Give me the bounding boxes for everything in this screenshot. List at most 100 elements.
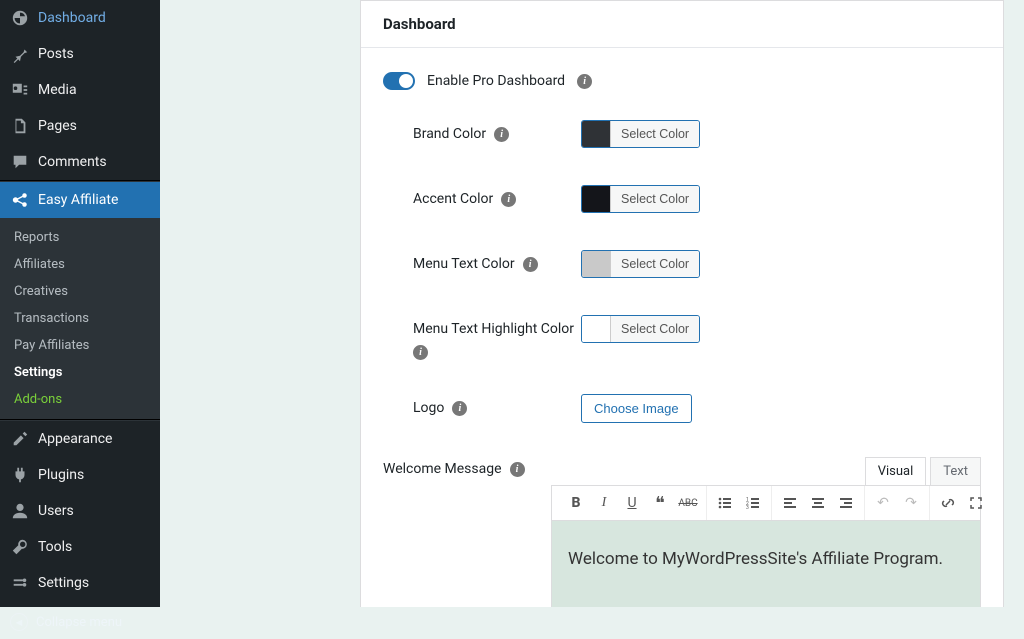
editor-toolbar: B I U ❝ ABC 123 xyxy=(551,485,981,521)
welcome-message-label: Welcome Message xyxy=(383,461,502,477)
align-center-button[interactable] xyxy=(804,489,832,517)
sidebar-item-label: Dashboard xyxy=(38,10,106,26)
sidebar-item-label: Posts xyxy=(38,46,74,62)
logo-row: Logo i Choose Image xyxy=(413,394,981,423)
page-icon xyxy=(10,116,30,136)
bulleted-list-button[interactable] xyxy=(711,489,739,517)
editor-tabs: Visual Text xyxy=(551,457,981,485)
bold-button[interactable]: B xyxy=(562,489,590,517)
color-swatch xyxy=(582,121,610,147)
pin-icon xyxy=(10,44,30,64)
select-color-button[interactable]: Select Color xyxy=(610,251,699,277)
color-swatch xyxy=(582,316,610,342)
sidebar-item-plugins[interactable]: Plugins xyxy=(0,457,160,493)
tab-text[interactable]: Text xyxy=(930,457,981,485)
dashboard-icon xyxy=(10,8,30,28)
sidebar-item-comments[interactable]: Comments xyxy=(0,144,160,180)
tools-icon xyxy=(10,537,30,557)
strikethrough-button[interactable]: ABC xyxy=(674,489,702,517)
fullscreen-button[interactable] xyxy=(962,489,990,517)
sidebar-item-users[interactable]: Users xyxy=(0,493,160,529)
menu-text-color-label: Menu Text Color xyxy=(413,256,515,272)
settings-icon xyxy=(10,573,30,593)
info-icon[interactable]: i xyxy=(510,462,525,477)
media-icon xyxy=(10,80,30,100)
info-icon[interactable]: i xyxy=(501,192,516,207)
align-left-button[interactable] xyxy=(776,489,804,517)
select-color-button[interactable]: Select Color xyxy=(610,186,699,212)
menu-text-color-row: Menu Text Color i Select Color xyxy=(413,250,981,281)
redo-button[interactable]: ↷ xyxy=(897,489,925,517)
sidebar-item-label: Pages xyxy=(38,118,77,134)
info-icon[interactable]: i xyxy=(452,401,467,416)
submenu-item-addons[interactable]: Add-ons xyxy=(0,386,160,413)
align-right-button[interactable] xyxy=(832,489,860,517)
brand-color-label: Brand Color xyxy=(413,126,486,142)
collapse-label: Collapse menu xyxy=(36,615,122,630)
toggle-knob xyxy=(399,74,413,88)
sidebar-item-pages[interactable]: Pages xyxy=(0,108,160,144)
logo-label: Logo xyxy=(413,400,444,416)
menu-text-highlight-color-picker[interactable]: Select Color xyxy=(581,315,700,343)
sidebar-item-label: Easy Affiliate xyxy=(38,192,118,208)
submenu-item-reports[interactable]: Reports xyxy=(0,224,160,251)
info-icon[interactable]: i xyxy=(413,345,428,360)
select-color-button[interactable]: Select Color xyxy=(610,121,699,147)
info-icon[interactable]: i xyxy=(523,257,538,272)
menu-text-color-picker[interactable]: Select Color xyxy=(581,250,700,278)
submenu-item-settings[interactable]: Settings xyxy=(0,359,160,386)
sidebar-item-label: Users xyxy=(38,503,74,519)
sidebar-submenu: Reports Affiliates Creatives Transaction… xyxy=(0,218,160,419)
color-swatch xyxy=(582,251,610,277)
submenu-item-creatives[interactable]: Creatives xyxy=(0,278,160,305)
quote-button[interactable]: ❝ xyxy=(646,489,674,517)
dashboard-panel: Dashboard Enable Pro Dashboard i Brand C… xyxy=(360,0,1004,607)
brand-color-picker[interactable]: Select Color xyxy=(581,120,700,148)
numbered-list-button[interactable]: 123 xyxy=(739,489,767,517)
editor-content[interactable]: Welcome to MyWordPressSite's Affiliate P… xyxy=(551,521,981,607)
submenu-item-affiliates[interactable]: Affiliates xyxy=(0,251,160,278)
admin-sidebar: Dashboard Posts Media Pages Comments Eas… xyxy=(0,0,160,607)
sidebar-item-settings[interactable]: Settings xyxy=(0,565,160,601)
welcome-message-row: Welcome Message i Visual Text B I U ❝ xyxy=(383,457,981,607)
accent-color-label: Accent Color xyxy=(413,191,493,207)
collapse-menu[interactable]: ◄ Collapse menu xyxy=(0,605,160,639)
sidebar-item-posts[interactable]: Posts xyxy=(0,36,160,72)
sidebar-item-media[interactable]: Media xyxy=(0,72,160,108)
menu-text-highlight-color-label: Menu Text Highlight Color xyxy=(413,321,574,337)
sidebar-item-label: Appearance xyxy=(38,431,112,447)
italic-button[interactable]: I xyxy=(590,489,618,517)
sidebar-item-dashboard[interactable]: Dashboard xyxy=(0,0,160,36)
user-icon xyxy=(10,501,30,521)
plugin-icon xyxy=(10,465,30,485)
sidebar-item-tools[interactable]: Tools xyxy=(0,529,160,565)
tab-visual[interactable]: Visual xyxy=(865,457,927,485)
panel-title: Dashboard xyxy=(361,1,1003,48)
sidebar-item-label: Comments xyxy=(38,154,107,170)
sidebar-item-easy-affiliate[interactable]: Easy Affiliate xyxy=(0,182,160,218)
info-icon[interactable]: i xyxy=(577,74,592,89)
enable-pro-dashboard-label: Enable Pro Dashboard xyxy=(427,73,565,89)
underline-button[interactable]: U xyxy=(618,489,646,517)
sidebar-item-label: Tools xyxy=(38,539,72,555)
undo-button[interactable]: ↶ xyxy=(869,489,897,517)
sidebar-item-label: Plugins xyxy=(38,467,84,483)
collapse-icon: ◄ xyxy=(10,613,28,631)
select-color-button[interactable]: Select Color xyxy=(610,316,699,342)
choose-image-button[interactable]: Choose Image xyxy=(581,394,692,423)
sidebar-item-label: Settings xyxy=(38,575,89,591)
accent-color-row: Accent Color i Select Color xyxy=(413,185,981,216)
enable-pro-dashboard-row: Enable Pro Dashboard i xyxy=(383,72,981,90)
color-swatch xyxy=(582,186,610,212)
main-content: Dashboard Enable Pro Dashboard i Brand C… xyxy=(160,0,1024,607)
submenu-item-transactions[interactable]: Transactions xyxy=(0,305,160,332)
sidebar-item-appearance[interactable]: Appearance xyxy=(0,421,160,457)
info-icon[interactable]: i xyxy=(494,127,509,142)
sidebar-item-label: Media xyxy=(38,82,77,98)
submenu-item-pay-affiliates[interactable]: Pay Affiliates xyxy=(0,332,160,359)
enable-pro-dashboard-toggle[interactable] xyxy=(383,72,415,90)
svg-text:3: 3 xyxy=(746,505,749,511)
brand-color-row: Brand Color i Select Color xyxy=(413,120,981,151)
accent-color-picker[interactable]: Select Color xyxy=(581,185,700,213)
link-button[interactable] xyxy=(934,489,962,517)
